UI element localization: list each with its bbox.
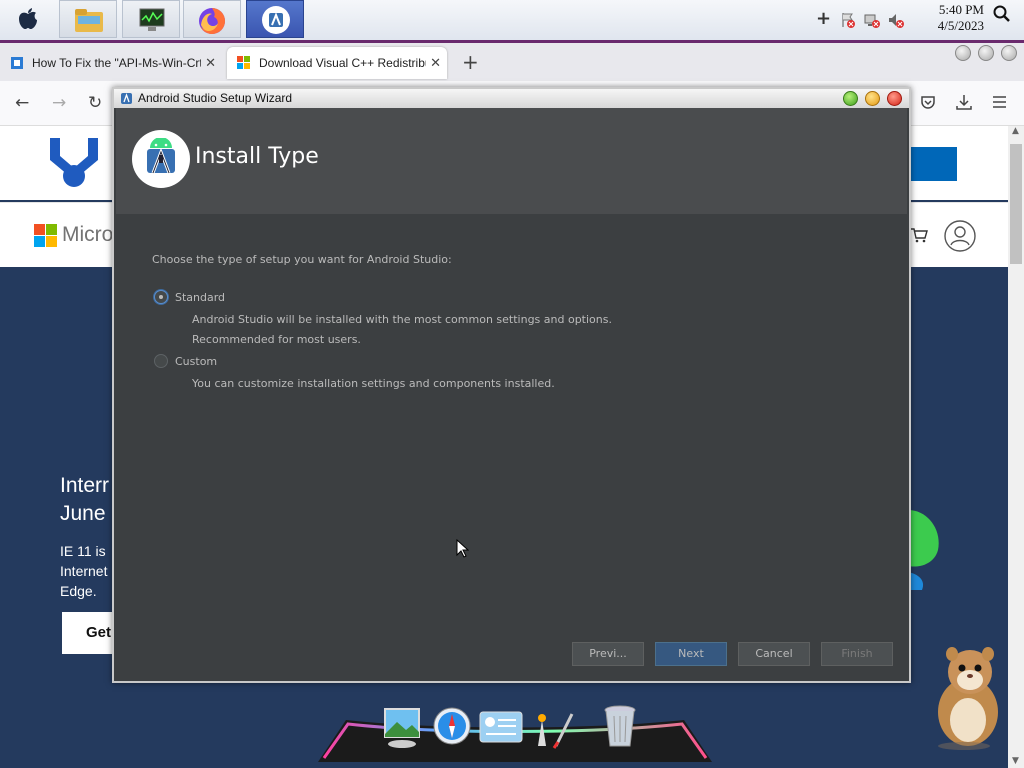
network-icon[interactable] — [864, 12, 880, 28]
pocket-icon[interactable] — [920, 95, 936, 111]
clock-date: 4/5/2023 — [937, 18, 984, 33]
trash-bin-dock-icon[interactable] — [602, 704, 638, 750]
previous-button[interactable]: Previ... — [572, 642, 644, 666]
android-studio-setup-wizard: Android Studio Setup Wizard Install Type… — [112, 87, 911, 683]
scroll-down-icon[interactable]: ▼ — [1012, 756, 1019, 766]
top-taskbar: + 5:40 PM 4/5/2023 — [0, 0, 1024, 43]
account-avatar-icon[interactable] — [944, 220, 976, 252]
tab-label: How To Fix the "API-Ms-Win-Crt-R — [32, 56, 216, 70]
tab-label: Download Visual C++ Redistribu — [259, 56, 432, 70]
paint-brush-dock-icon[interactable] — [530, 706, 578, 750]
firefox-icon — [199, 8, 225, 34]
page-body-text: IE 11 is Internet Edge. — [60, 541, 107, 601]
close-tab-icon[interactable]: ✕ — [426, 47, 441, 79]
header-action-button[interactable] — [910, 147, 957, 181]
vc-logo-icon — [50, 138, 98, 187]
apple-menu-icon — [19, 8, 37, 29]
firefox-taskbar-button[interactable] — [183, 0, 241, 38]
page-scrollbar[interactable]: ▲ ▼ — [1008, 126, 1024, 768]
wizard-header: Install Type — [116, 108, 907, 214]
download-icon[interactable] — [956, 94, 972, 111]
file-explorer-taskbar-button[interactable] — [59, 0, 117, 38]
hamster-mascot-icon — [938, 647, 998, 750]
apple-menu-button[interactable] — [0, 0, 58, 38]
minimize-lamp-button[interactable] — [865, 91, 880, 106]
next-button[interactable]: Next — [655, 642, 727, 666]
custom-label[interactable]: Custom — [175, 355, 217, 368]
system-monitor-taskbar-button[interactable] — [122, 0, 180, 38]
standard-radio[interactable] — [154, 290, 168, 304]
clock-time: 5:40 PM — [938, 2, 984, 17]
cart-icon[interactable] — [910, 227, 928, 243]
safari-compass-dock-icon[interactable] — [432, 706, 472, 746]
volume-icon[interactable] — [888, 12, 904, 28]
close-window-button[interactable] — [1001, 45, 1017, 61]
maximize-window-button[interactable] — [978, 45, 994, 61]
tab-download-visual-cpp[interactable]: Download Visual C++ Redistribu ✕ — [227, 47, 447, 79]
tab-bar: How To Fix the "API-Ms-Win-Crt-R ✕ Downl… — [0, 43, 1024, 81]
microsoft-logo-icon[interactable] — [34, 224, 58, 248]
body-line: IE 11 is — [60, 543, 106, 559]
body-line: Edge. — [60, 583, 97, 599]
system-monitor-icon — [139, 8, 165, 31]
microsoft-logo-text: Micro — [62, 223, 114, 246]
maximize-lamp-button[interactable] — [843, 91, 858, 106]
contacts-card-dock-icon[interactable] — [478, 710, 524, 746]
standard-label[interactable]: Standard — [175, 291, 225, 304]
custom-description: You can customize installation settings … — [192, 377, 555, 390]
standard-description: Recommended for most users. — [192, 333, 361, 346]
android-studio-taskbar-button[interactable] — [246, 0, 304, 38]
setup-type-prompt: Choose the type of setup you want for An… — [152, 253, 452, 266]
custom-radio[interactable] — [154, 354, 168, 368]
green-graphic-icon — [908, 510, 939, 590]
menu-hamburger-icon[interactable] — [992, 96, 1007, 108]
cancel-button[interactable]: Cancel — [738, 642, 810, 666]
scroll-up-icon[interactable]: ▲ — [1012, 126, 1019, 136]
close-tab-icon[interactable]: ✕ — [201, 47, 216, 79]
search-icon[interactable] — [993, 5, 1011, 23]
back-arrow-icon[interactable]: ← — [15, 93, 29, 113]
minimize-window-button[interactable] — [955, 45, 971, 61]
finish-button[interactable]: Finish — [821, 642, 893, 666]
forward-arrow-icon[interactable]: → — [52, 93, 66, 113]
wizard-titlebar[interactable]: Android Studio Setup Wizard — [114, 89, 909, 108]
standard-description: Android Studio will be installed with th… — [192, 313, 612, 326]
add-icon[interactable]: + — [816, 8, 831, 29]
new-tab-button[interactable]: + — [462, 50, 479, 74]
body-line: Internet — [60, 563, 108, 579]
android-studio-icon — [262, 6, 290, 34]
image-viewer-dock-icon[interactable] — [382, 706, 422, 750]
android-studio-logo — [132, 130, 190, 188]
file-explorer-icon — [75, 9, 103, 32]
flag-icon[interactable] — [840, 12, 856, 28]
microsoft-favicon-icon — [237, 56, 250, 69]
scrollbar-thumb[interactable] — [1010, 144, 1022, 264]
page-heading-line: June — [60, 502, 106, 525]
site-favicon-icon — [11, 57, 23, 69]
mouse-cursor-icon — [456, 539, 469, 558]
clock[interactable]: 5:40 PM 4/5/2023 — [938, 2, 984, 34]
android-studio-logo-icon — [147, 138, 175, 174]
close-lamp-button[interactable] — [887, 91, 902, 106]
wizard-window-title: Android Studio Setup Wizard — [138, 91, 293, 105]
page-heading: Interr June — [60, 472, 109, 528]
reload-icon[interactable]: ↻ — [88, 93, 102, 113]
android-studio-small-icon — [121, 93, 132, 104]
install-type-heading: Install Type — [195, 144, 319, 169]
dock — [318, 700, 712, 762]
tab-api-ms-win-crt[interactable]: How To Fix the "API-Ms-Win-Crt-R ✕ — [0, 47, 222, 79]
page-heading-line: Interr — [60, 474, 110, 497]
